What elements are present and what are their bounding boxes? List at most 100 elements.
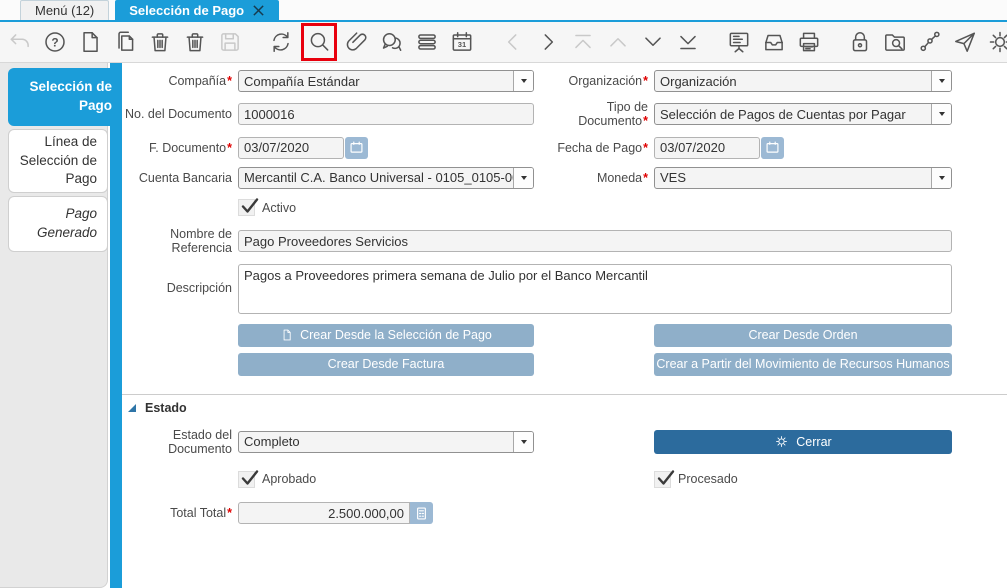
activo-label: Activo xyxy=(262,201,296,215)
sidebar-tab-label: Pago Generado xyxy=(19,205,97,243)
calendar-picker-icon[interactable] xyxy=(761,137,784,159)
total-input[interactable] xyxy=(238,502,410,524)
moneda-combobox[interactable]: VES xyxy=(654,167,952,189)
moneda-value: VES xyxy=(655,168,931,188)
calculator-icon[interactable] xyxy=(410,502,433,524)
chevron-down-icon[interactable] xyxy=(513,71,533,91)
change-log-icon[interactable] xyxy=(412,25,442,59)
moneda-label: Moneda* xyxy=(538,171,650,185)
cerrar-button[interactable]: Cerrar xyxy=(654,430,952,454)
gear-icon xyxy=(774,434,789,449)
workflow-icon[interactable] xyxy=(915,25,945,59)
chevron-down-icon[interactable] xyxy=(931,104,951,124)
chat-icon[interactable] xyxy=(377,25,407,59)
tipo-documento-combobox[interactable]: Selección de Pagos de Cuentas por Pagar xyxy=(654,103,952,125)
last-record-icon[interactable] xyxy=(673,25,703,59)
organizacion-combobox[interactable]: Organización xyxy=(654,70,952,92)
chevron-down-icon[interactable] xyxy=(513,168,533,188)
zoom-across-icon[interactable] xyxy=(880,25,910,59)
process-icon[interactable] xyxy=(985,25,1007,59)
descripcion-textarea[interactable]: Pagos a Proveedores primera semana de Ju… xyxy=(238,264,952,314)
crear-desde-factura-button[interactable]: Crear Desde Factura xyxy=(238,353,534,376)
compania-value: Compañía Estándar xyxy=(239,71,513,91)
total-label: Total Total* xyxy=(122,506,234,520)
chevron-down-icon[interactable] xyxy=(513,432,533,452)
nombre-referencia-label: Nombre de Referencia xyxy=(122,227,234,256)
organizacion-value: Organización xyxy=(655,71,931,91)
sidebar-tab-linea-de-seleccion-de-pago[interactable]: Línea de Selección de Pago xyxy=(8,129,108,193)
sidebar-tab-label: Línea de Selección de Pago xyxy=(19,133,97,190)
window-body: Selección de Pago Línea de Selección de … xyxy=(0,63,1007,588)
tab-menu-label: Menú (12) xyxy=(35,3,94,18)
delete-record-icon[interactable] xyxy=(145,25,175,59)
attachment-icon[interactable] xyxy=(342,25,372,59)
detail-record-icon[interactable] xyxy=(638,25,668,59)
procesado-checkbox[interactable] xyxy=(654,471,671,488)
estado-documento-combobox[interactable]: Completo xyxy=(238,431,534,453)
document-icon xyxy=(280,328,294,342)
help-icon[interactable]: ? xyxy=(40,25,70,59)
refresh-icon[interactable] xyxy=(266,25,296,59)
compania-label: Compañía* xyxy=(122,74,234,88)
find-icon[interactable] xyxy=(301,23,337,61)
toolbar: ? 31 xyxy=(0,22,1007,63)
close-tab-icon[interactable] xyxy=(252,4,265,17)
crear-desde-seleccion-button[interactable]: Crear Desde la Selección de Pago xyxy=(238,324,534,347)
collapse-triangle-icon xyxy=(128,404,136,412)
tab-menu[interactable]: Menú (12) xyxy=(20,0,109,20)
report-icon[interactable] xyxy=(724,25,754,59)
procesado-label: Procesado xyxy=(678,472,738,486)
window-tab-bar: Menú (12) Selección de Pago xyxy=(0,0,1007,22)
fecha-pago-label: Fecha de Pago* xyxy=(538,141,650,155)
aprobado-checkbox[interactable] xyxy=(238,471,255,488)
crear-desde-rrhh-button[interactable]: Crear a Partir del Movimiento de Recurso… xyxy=(654,353,952,376)
sidebar-tab-pago-generado[interactable]: Pago Generado xyxy=(8,196,108,252)
section-divider xyxy=(122,394,1007,395)
no-documento-label: No. del Documento xyxy=(122,107,234,121)
calendar-icon[interactable]: 31 xyxy=(447,25,477,59)
new-record-icon[interactable] xyxy=(75,25,105,59)
copy-record-icon[interactable] xyxy=(110,25,140,59)
nombre-referencia-input[interactable] xyxy=(238,230,952,252)
svg-text:31: 31 xyxy=(458,40,466,49)
estado-section-header[interactable]: Estado xyxy=(128,401,1007,416)
activo-checkbox[interactable] xyxy=(238,199,255,216)
descripcion-label: Descripción xyxy=(122,281,234,295)
tipo-documento-label: Tipo de Documento* xyxy=(538,100,650,129)
print-icon[interactable] xyxy=(794,25,824,59)
no-documento-input[interactable] xyxy=(238,103,534,125)
send-mail-icon[interactable] xyxy=(950,25,980,59)
calendar-picker-icon[interactable] xyxy=(345,137,368,159)
delete-selection-icon[interactable] xyxy=(180,25,210,59)
cuenta-bancaria-combobox[interactable]: Mercantil C.A. Banco Universal - 0105_01… xyxy=(238,167,534,189)
previous-record-icon xyxy=(498,25,528,59)
tab-active-label: Selección de Pago xyxy=(129,3,244,18)
archive-icon[interactable] xyxy=(759,25,789,59)
first-record-icon xyxy=(568,25,598,59)
payment-selection-window: Menú (12) Selección de Pago ? xyxy=(0,0,1007,588)
fecha-pago-input[interactable] xyxy=(654,137,760,159)
chevron-down-icon[interactable] xyxy=(931,168,951,188)
parent-record-icon xyxy=(603,25,633,59)
cuenta-bancaria-value: Mercantil C.A. Banco Universal - 0105_01… xyxy=(239,168,513,188)
next-record-icon[interactable] xyxy=(533,25,563,59)
lock-icon[interactable] xyxy=(845,25,875,59)
tab-seleccion-de-pago[interactable]: Selección de Pago xyxy=(115,0,279,20)
form-content: Compañía* Compañía Estándar Organización… xyxy=(122,63,1007,588)
sidebar-tab-label: Selección de Pago xyxy=(18,78,112,116)
tipo-documento-value: Selección de Pagos de Cuentas por Pagar xyxy=(655,104,931,124)
active-tab-strip xyxy=(110,63,122,588)
undo-icon xyxy=(5,25,35,59)
cuenta-bancaria-label: Cuenta Bancaria xyxy=(122,171,234,185)
svg-text:?: ? xyxy=(51,35,58,49)
compania-combobox[interactable]: Compañía Estándar xyxy=(238,70,534,92)
crear-desde-orden-button[interactable]: Crear Desde Orden xyxy=(654,324,952,347)
f-documento-label: F. Documento* xyxy=(122,141,234,155)
sidebar-tab-seleccion-de-pago[interactable]: Selección de Pago xyxy=(8,68,122,126)
organizacion-label: Organización* xyxy=(538,74,650,88)
estado-section-title: Estado xyxy=(145,401,187,415)
estado-documento-label: Estado del Documento xyxy=(122,428,234,457)
chevron-down-icon[interactable] xyxy=(931,71,951,91)
estado-documento-value: Completo xyxy=(239,432,513,452)
f-documento-input[interactable] xyxy=(238,137,344,159)
